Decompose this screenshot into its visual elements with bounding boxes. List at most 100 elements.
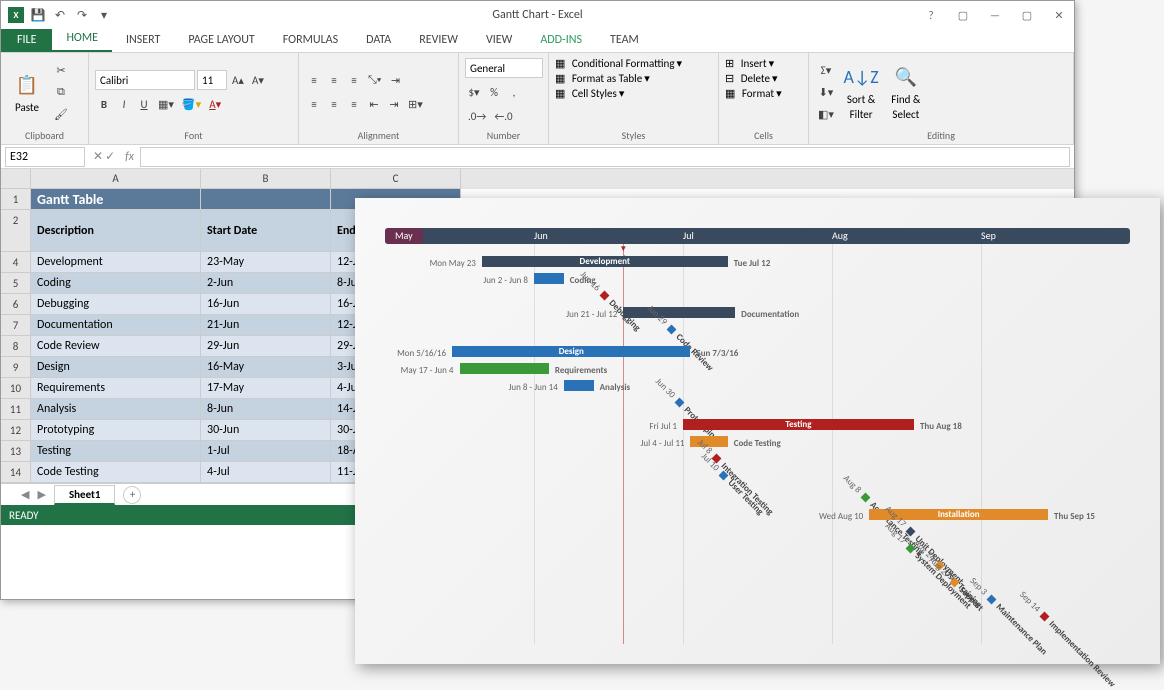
insert-tab[interactable]: INSERT: [112, 28, 174, 52]
fx-icon[interactable]: fx: [119, 150, 140, 164]
cell[interactable]: Gantt Table: [31, 189, 201, 210]
grow-font-icon[interactable]: A▴: [229, 70, 247, 90]
select-all-corner[interactable]: [1, 169, 31, 189]
name-box[interactable]: E32: [5, 147, 85, 167]
data-tab[interactable]: DATA: [352, 28, 405, 52]
row-header[interactable]: 4: [1, 252, 31, 273]
merge-icon[interactable]: ⊞▾: [405, 94, 426, 114]
indent-inc-icon[interactable]: ⇥: [385, 94, 403, 114]
cell[interactable]: Design: [31, 357, 201, 378]
cancel-formula-icon[interactable]: ✕: [93, 149, 103, 164]
row-header[interactable]: 13: [1, 441, 31, 462]
sheet-tab[interactable]: Sheet1: [54, 485, 116, 505]
wrap-text-icon[interactable]: ⇥: [386, 70, 404, 90]
sort-filter-button[interactable]: A↓Z Sort & Filter: [841, 57, 881, 127]
number-format-input[interactable]: [465, 58, 543, 78]
help-icon[interactable]: ?: [920, 5, 942, 25]
underline-button[interactable]: U: [135, 94, 153, 114]
row-header[interactable]: 8: [1, 336, 31, 357]
paste-button[interactable]: 📋 Paste: [7, 57, 47, 127]
sheet-nav-prev-icon[interactable]: ◀: [21, 488, 29, 501]
row-header[interactable]: 9: [1, 357, 31, 378]
view-tab[interactable]: VIEW: [472, 28, 526, 52]
cell[interactable]: Development: [31, 252, 201, 273]
font-name-input[interactable]: [95, 70, 195, 90]
cell[interactable]: 2-Jun: [201, 273, 331, 294]
row-header[interactable]: 5: [1, 273, 31, 294]
align-bottom-icon[interactable]: ≡: [345, 70, 363, 90]
row-header[interactable]: 14: [1, 462, 31, 483]
copy-icon[interactable]: ⧉: [51, 82, 71, 102]
cell[interactable]: Description: [31, 210, 201, 252]
cell[interactable]: 8-Jun: [201, 399, 331, 420]
cond-format-button[interactable]: Conditional Formatting: [572, 57, 675, 70]
format-table-button[interactable]: Format as Table: [572, 72, 642, 85]
cell[interactable]: Requirements: [31, 378, 201, 399]
cell-styles-button[interactable]: Cell Styles: [572, 87, 617, 100]
cell[interactable]: Code Review: [31, 336, 201, 357]
align-top-icon[interactable]: ≡: [305, 70, 323, 90]
cell[interactable]: 17-May: [201, 378, 331, 399]
autosum-icon[interactable]: Σ▾: [815, 60, 837, 80]
cell[interactable]: 30-Jun: [201, 420, 331, 441]
formulas-tab[interactable]: FORMULAS: [269, 28, 352, 52]
shrink-font-icon[interactable]: A▾: [249, 70, 267, 90]
cell[interactable]: 4-Jul: [201, 462, 331, 483]
ribbon-options-icon[interactable]: ▢: [952, 5, 974, 25]
col-header-a[interactable]: A: [31, 169, 201, 189]
minimize-icon[interactable]: —: [984, 5, 1006, 25]
formula-input[interactable]: [140, 147, 1070, 167]
row-header[interactable]: 10: [1, 378, 31, 399]
border-icon[interactable]: ▦▾: [155, 94, 177, 114]
addins-tab[interactable]: ADD-INS: [526, 28, 596, 52]
row-header[interactable]: 12: [1, 420, 31, 441]
fill-color-icon[interactable]: 🪣▾: [179, 94, 204, 114]
enter-formula-icon[interactable]: ✓: [105, 149, 115, 164]
cell[interactable]: Start Date: [201, 210, 331, 252]
page-layout-tab[interactable]: PAGE LAYOUT: [174, 28, 268, 52]
align-center-icon[interactable]: ≡: [325, 94, 343, 114]
cell[interactable]: Prototyping: [31, 420, 201, 441]
dec-decimal-icon[interactable]: ←.0: [491, 106, 515, 126]
delete-cells-button[interactable]: Delete: [741, 72, 770, 85]
save-icon[interactable]: 💾: [29, 6, 47, 24]
file-tab[interactable]: FILE: [1, 28, 52, 52]
qat-dropdown-icon[interactable]: ▾: [95, 6, 113, 24]
cell[interactable]: Coding: [31, 273, 201, 294]
fill-icon[interactable]: ⬇▾: [815, 82, 837, 102]
inc-decimal-icon[interactable]: .0→: [465, 106, 489, 126]
home-tab[interactable]: HOME: [52, 26, 112, 52]
find-select-button[interactable]: 🔍 Find & Select: [885, 57, 926, 127]
align-left-icon[interactable]: ≡: [305, 94, 323, 114]
orientation-icon[interactable]: ⤡▾: [365, 70, 384, 90]
close-icon[interactable]: ✕: [1048, 5, 1070, 25]
align-middle-icon[interactable]: ≡: [325, 70, 343, 90]
cell[interactable]: 29-Jun: [201, 336, 331, 357]
undo-icon[interactable]: ↶: [51, 6, 69, 24]
comma-icon[interactable]: ,: [505, 82, 523, 102]
redo-icon[interactable]: ↷: [73, 6, 91, 24]
cell[interactable]: Testing: [31, 441, 201, 462]
currency-icon[interactable]: $▾: [465, 82, 483, 102]
col-header-c[interactable]: C: [331, 169, 461, 189]
row-header[interactable]: 7: [1, 315, 31, 336]
cell[interactable]: 23-May: [201, 252, 331, 273]
format-painter-icon[interactable]: 🖌: [51, 104, 71, 124]
maximize-icon[interactable]: ▢: [1016, 5, 1038, 25]
cell[interactable]: 1-Jul: [201, 441, 331, 462]
align-right-icon[interactable]: ≡: [345, 94, 363, 114]
indent-dec-icon[interactable]: ⇤: [365, 94, 383, 114]
percent-icon[interactable]: %: [485, 82, 503, 102]
insert-cells-button[interactable]: Insert: [741, 57, 767, 70]
cell[interactable]: Documentation: [31, 315, 201, 336]
cell[interactable]: Code Testing: [31, 462, 201, 483]
clear-icon[interactable]: ◧▾: [815, 104, 837, 124]
cell[interactable]: 21-Jun: [201, 315, 331, 336]
row-header[interactable]: 6: [1, 294, 31, 315]
sheet-nav-next-icon[interactable]: ▶: [37, 488, 45, 501]
cell[interactable]: Analysis: [31, 399, 201, 420]
cell[interactable]: 16-May: [201, 357, 331, 378]
cell[interactable]: 16-Jun: [201, 294, 331, 315]
italic-button[interactable]: I: [115, 94, 133, 114]
cut-icon[interactable]: ✂: [51, 60, 71, 80]
